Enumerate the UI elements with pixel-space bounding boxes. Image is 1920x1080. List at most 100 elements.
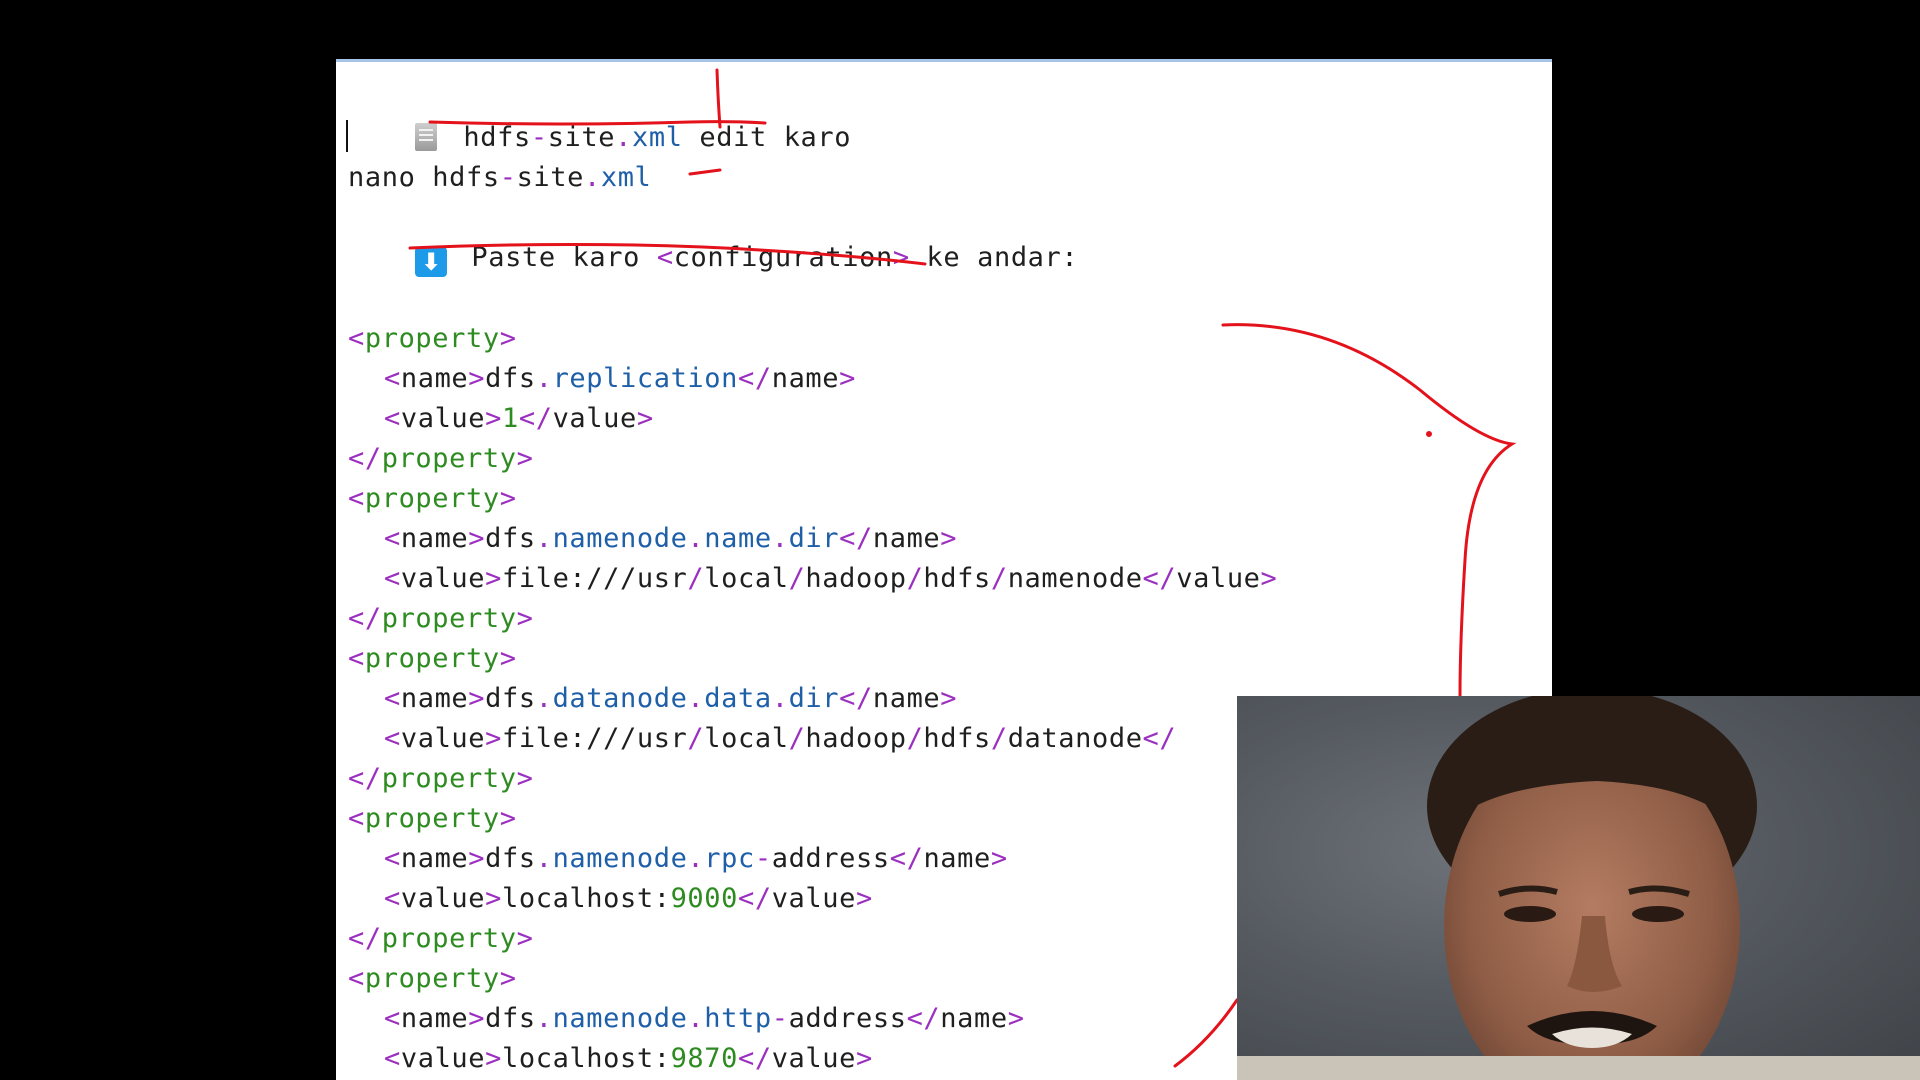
command-line[interactable]: nano hdfs-site.xml [348,158,651,198]
code-token: </ [348,443,382,474]
code-token: > [1260,563,1278,594]
code-line: <value>localhost:9000</value> [348,879,1277,919]
code-token: < [348,483,365,514]
code-token: name [400,1003,469,1034]
code-token: name [400,843,469,874]
code-token: > [468,1003,486,1034]
code-token: . [687,683,705,714]
code-token: namenode [552,523,688,554]
code-token: local [704,723,789,754]
code-token: < [384,843,401,874]
code-token: > [636,403,654,434]
code-line: <value>file:///usr/local/hadoop/hdfs/nam… [348,559,1277,599]
webcam-overlay [1237,696,1920,1080]
code-token: property [381,763,517,794]
code-token: > [940,523,958,554]
code-token: address [788,1003,907,1034]
code-token: > [485,1043,502,1074]
code-token: > [485,403,502,434]
instruction-token: Paste karo [471,242,657,273]
heading-token: . [615,122,632,153]
code-line: <name>dfs.datanode.data.dir</name> [348,679,1277,719]
code-line: </property> [348,919,1277,959]
code-token: < [384,883,401,914]
code-token: < [348,803,365,834]
code-line: <value>1</value> [348,399,1277,439]
code-token: > [839,363,856,394]
code-token: dfs [485,683,536,714]
code-token: namenode [552,843,688,874]
code-token: property [364,963,500,994]
code-line: <name>dfs.namenode.name.dir</name> [348,519,1277,559]
code-token: < [348,323,365,354]
code-token: > [516,443,534,474]
code-token: . [535,523,553,554]
code-token: / [788,723,806,754]
code-token: hadoop [805,563,907,594]
code-token: </ [737,883,772,914]
code-token: < [384,683,401,714]
code-token: dfs [485,1003,536,1034]
code-token: < [384,523,401,554]
code-token: dir [788,683,840,714]
code-token: property [381,443,517,474]
code-token: </ [518,403,553,434]
code-token: / [990,563,1008,594]
command-token: - [499,162,517,193]
code-token: value [400,563,486,594]
code-line: </property> [348,599,1277,639]
code-token: > [499,803,517,834]
heading-token: site [547,122,616,153]
instruction-token: > [892,242,910,273]
code-token: > [1007,1003,1025,1034]
code-token: value [400,403,486,434]
code-token: </ [906,1003,941,1034]
instruction-token: ke andar: [909,242,1079,273]
code-line: </property> [348,439,1277,479]
command-token: nano hdfs [348,162,500,193]
instruction-token: < [656,242,674,273]
code-token: name [872,683,941,714]
heading-token: edit karo [682,122,852,153]
code-token: / [906,723,924,754]
code-token: </ [1142,723,1177,754]
code-token: < [384,363,401,394]
xml-code-block[interactable]: <property> <name>dfs.replication</name> <v… [348,319,1277,1079]
code-token: </ [839,683,873,714]
instruction-text: Paste karo <configuration> ke andar: [471,242,1078,273]
code-token: < [384,403,401,434]
code-token: localhost: [502,1043,671,1074]
code-token: name [872,523,941,554]
command-token: xml [600,162,652,193]
heading-token: - [530,122,548,153]
code-token: 9870 [670,1043,738,1074]
code-token: < [384,563,401,594]
code-line: </property> [348,759,1277,799]
code-line: <property> [348,959,1277,999]
code-token: rpc [704,843,755,874]
code-line: <name>dfs.namenode.http-address</name> [348,999,1277,1039]
code-token: > [485,723,502,754]
code-token: . [771,523,789,554]
code-token: </ [889,843,924,874]
heading-line: hdfs-site.xml edit karo [348,78,851,153]
code-token: hadoop [805,723,907,754]
code-line: <property> [348,479,1277,519]
code-token: </ [348,603,382,634]
code-token: localhost: [502,883,671,914]
code-token: </ [348,763,382,794]
text-cursor [346,120,348,152]
code-token: > [499,963,517,994]
code-token: namenode [1007,563,1143,594]
code-token: > [940,683,958,714]
code-token: dfs [485,363,536,394]
code-token: dir [788,523,840,554]
code-token: local [704,563,789,594]
code-token: name [771,363,840,394]
code-token: address [771,843,890,874]
code-token: > [468,843,486,874]
code-token: 1 [502,403,519,434]
code-token: / [788,563,806,594]
code-token: value [400,723,486,754]
code-token: </ [839,523,873,554]
